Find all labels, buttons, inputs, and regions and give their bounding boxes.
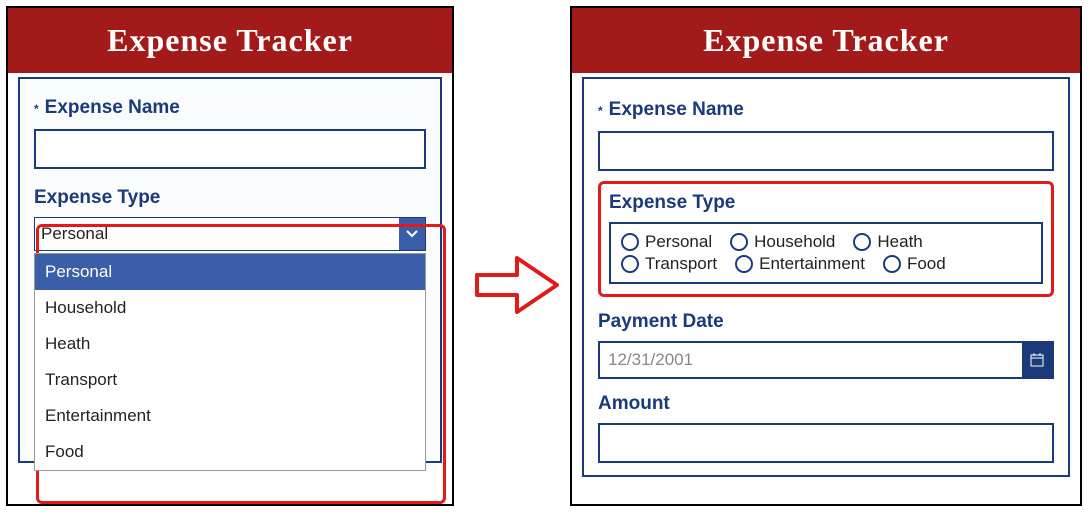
app-title: Expense Tracker [8,8,452,73]
dropdown-option[interactable]: Food [35,434,425,470]
panel-before: Expense Tracker * Expense Name Expense T… [6,6,454,506]
payment-date-label: Payment Date [598,311,1054,333]
amount-label: Amount [598,393,1054,415]
form-container: * Expense Name Expense Type Personal Per… [18,77,442,463]
app-title: Expense Tracker [572,8,1080,73]
radio-option-entertainment[interactable]: Entertainment [735,254,865,274]
dropdown-option[interactable]: Personal [35,254,425,290]
chevron-down-icon[interactable] [399,218,425,250]
highlight-box: Expense Type Personal Household Heath [598,181,1054,297]
expense-type-label: Expense Type [609,192,1043,214]
radio-option-heath[interactable]: Heath [853,232,922,252]
form-container: * Expense Name Expense Type Personal Hou… [582,77,1070,477]
panel-after: Expense Tracker * Expense Name Expense T… [570,6,1082,506]
radio-option-food[interactable]: Food [883,254,946,274]
radio-icon [730,233,748,251]
dropdown-selected[interactable]: Personal [34,217,426,251]
expense-type-label: Expense Type [34,187,426,209]
radio-option-household[interactable]: Household [730,232,835,252]
radio-option-transport[interactable]: Transport [621,254,717,274]
expense-name-label: * Expense Name [34,97,426,121]
dropdown-option[interactable]: Heath [35,326,425,362]
radio-icon [735,255,753,273]
calendar-icon[interactable] [1022,343,1052,377]
dropdown-option[interactable]: Household [35,290,425,326]
radio-icon [853,233,871,251]
expense-name-label: * Expense Name [598,99,1054,123]
dropdown-option[interactable]: Entertainment [35,398,425,434]
required-star: * [598,99,603,123]
arrow-icon [472,250,562,320]
payment-date-value[interactable]: 12/31/2001 [600,343,1022,377]
radio-icon [883,255,901,273]
payment-date-input[interactable]: 12/31/2001 [598,341,1054,379]
expense-type-dropdown[interactable]: Personal Personal Household Heath Transp… [34,217,426,251]
dropdown-list: Personal Household Heath Transport Enter… [34,253,426,471]
expense-type-radio-group: Personal Household Heath Transport [609,222,1043,284]
dropdown-option[interactable]: Transport [35,362,425,398]
radio-option-personal[interactable]: Personal [621,232,712,252]
amount-input[interactable] [598,423,1054,463]
radio-icon [621,255,639,273]
radio-icon [621,233,639,251]
expense-name-input[interactable] [598,131,1054,171]
expense-name-input[interactable] [34,129,426,169]
required-star: * [34,97,39,121]
